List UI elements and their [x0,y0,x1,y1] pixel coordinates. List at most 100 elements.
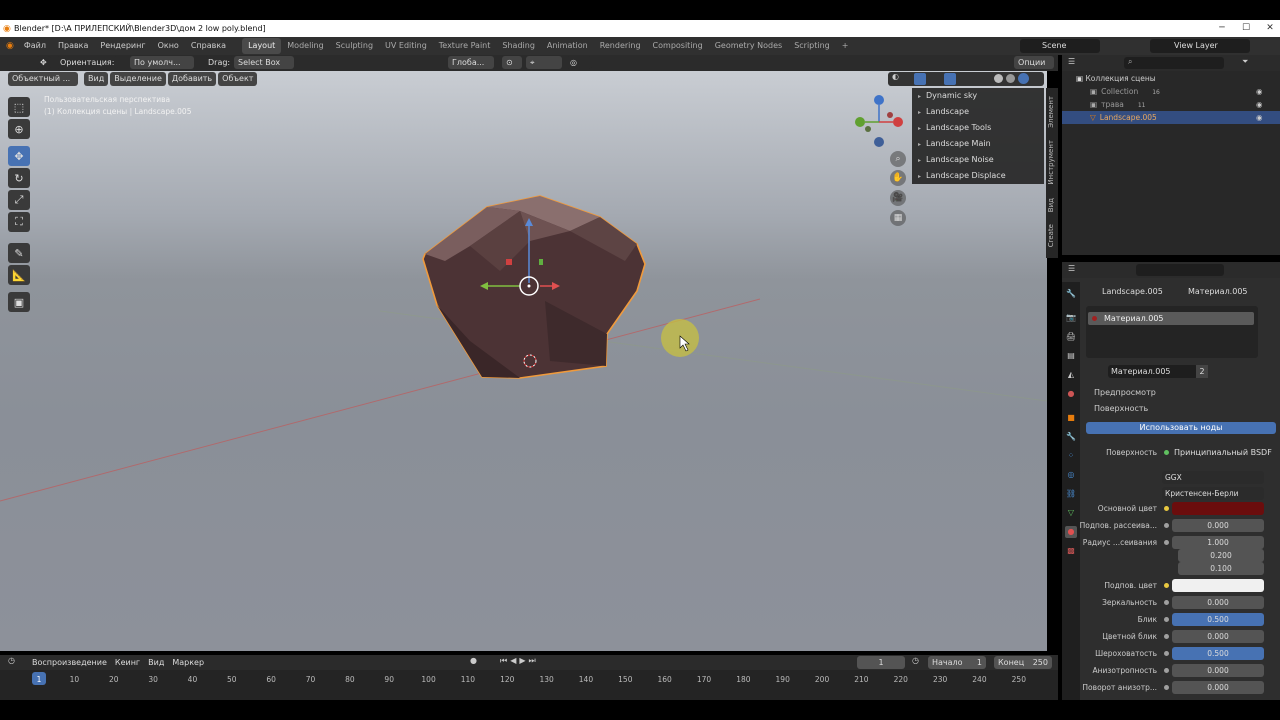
timeline-menu-item[interactable]: Маркер [172,656,204,669]
scene-tab-icon[interactable]: ◭ [1065,369,1077,381]
outliner-root[interactable]: ▣ Коллекция сцены [1062,72,1280,85]
drag-dropdown[interactable]: Select Box [234,56,294,69]
property-value[interactable]: 0.500 [1172,647,1264,660]
world-tab-icon[interactable]: ● [1065,388,1077,400]
workspace-tab[interactable]: Layout [242,38,282,54]
object-tab-icon[interactable]: ■ [1065,412,1077,424]
blender-menu-icon[interactable]: ◉ [6,41,14,51]
outliner-row[interactable]: ▣ Collection 16 ◉ [1062,85,1280,98]
transform-tool-icon[interactable]: ⛶ [8,212,30,232]
snap-icon[interactable]: ⌖ [526,56,562,69]
transform-tool-icon[interactable]: ✥ [36,56,51,69]
render-tab-icon[interactable]: 📷 [1065,312,1077,324]
color-swatch[interactable] [1172,502,1264,515]
visibility-eye-icon[interactable]: ◉ [1256,85,1263,98]
modifier-tab-icon[interactable]: 🔧 [1065,431,1077,443]
solid-shading-icon[interactable] [994,74,1003,83]
output-tab-icon[interactable]: 🖨 [1065,331,1077,343]
move-tool-icon[interactable]: ✥ [8,146,30,166]
tab-item[interactable]: Элемент [1047,96,1055,128]
current-frame-field[interactable]: 1 [857,656,905,669]
outliner-search-input[interactable] [1124,57,1224,69]
workspace-tab[interactable]: Modeling [281,38,329,54]
material-slot-item[interactable]: Материал.005 [1088,312,1254,325]
menu-item[interactable]: Файл [18,37,52,55]
property-value[interactable]: 0.000 [1172,664,1264,677]
gizmo-toggle-icon[interactable] [914,73,926,85]
rotate-tool-icon[interactable]: ↻ [8,168,30,188]
property-value[interactable]: 0.500 [1172,613,1264,626]
mode-dropdown[interactable]: Объектный ... [8,72,78,86]
outliner-row[interactable]: ▽ Landscape.005 ◉ [1062,111,1280,124]
menu-item[interactable]: Окно [152,37,185,55]
tab-view[interactable]: Вид [1047,198,1055,212]
workspace-tab[interactable]: UV Editing [379,38,433,54]
viewport-menu-item[interactable]: Вид [84,72,109,86]
keyframe-record-icon[interactable]: ● [470,656,477,665]
camera-view-icon[interactable]: 🎥 [890,190,906,206]
subsurface-method-dropdown[interactable]: Кристенсен-Берли [1162,487,1264,500]
addon-panel-item[interactable]: ▸ Landscape Displace [912,168,1044,184]
property-value[interactable]: 1.000 [1172,536,1264,549]
timeline-menu-item[interactable]: Кеинг [115,656,140,669]
addon-panel-item[interactable]: ▸ Landscape Tools [912,120,1044,136]
timeline-menu-item[interactable]: Вид [148,656,164,669]
section-surface[interactable]: Поверхность [1094,404,1148,413]
3d-viewport[interactable]: Объектный ... Вид Выделение Добавить Объект… [0,71,1047,651]
material-tab-icon[interactable]: ● [1065,526,1077,538]
data-tab-icon[interactable]: ▽ [1065,507,1077,519]
texture-tab-icon[interactable]: ▩ [1065,545,1077,557]
property-value[interactable]: 0.000 [1172,630,1264,643]
scale-tool-icon[interactable]: ⤢ [8,190,30,210]
workspace-tab[interactable]: Texture Paint [433,38,497,54]
workspace-tab[interactable]: Rendering [594,38,647,54]
material-shading-icon[interactable] [1006,74,1015,83]
add-cube-tool-icon[interactable]: ▣ [8,292,30,312]
minimize-icon[interactable]: ─ [1210,20,1234,37]
transform-space-dropdown[interactable]: Глоба... [448,56,494,69]
section-preview[interactable]: Предпросмотр [1094,388,1156,397]
properties-search-input[interactable] [1136,264,1224,276]
visibility-icon[interactable]: ◐ [892,72,899,81]
physics-tab-icon[interactable]: ◎ [1065,469,1077,481]
workspace-tab[interactable]: Animation [541,38,594,54]
addon-panel-item[interactable]: ▸ Landscape Noise [912,152,1044,168]
use-nodes-button[interactable]: Использовать ноды [1086,422,1276,434]
view-layer-selector[interactable]: View Layer [1150,39,1250,53]
property-value[interactable]: 0.000 [1172,681,1264,694]
property-value[interactable]: 0.200 [1178,549,1264,562]
editor-type-icon[interactable]: ☰ [1068,57,1075,66]
particles-tab-icon[interactable]: ⁘ [1065,450,1077,462]
tool-tab-icon[interactable]: 🔧 [1065,288,1077,300]
workspace-tab[interactable]: Scripting [788,38,836,54]
constraints-tab-icon[interactable]: ⛓ [1065,488,1077,500]
workspace-tab[interactable]: Geometry Nodes [709,38,788,54]
addon-panel-item[interactable]: ▸ Landscape Main [912,136,1044,152]
timeline-editor-icon[interactable]: ◷ [8,656,15,665]
overlay-toggle-icon[interactable] [944,73,956,85]
tab-create[interactable]: Create [1047,224,1055,247]
start-frame-field[interactable]: Начало 1 [928,656,986,669]
cursor-tool-icon[interactable]: ⊕ [8,119,30,139]
end-frame-field[interactable]: Конец 250 [994,656,1052,669]
view-layer-tab-icon[interactable]: ▤ [1065,350,1077,362]
orientation-dropdown[interactable]: По умолч... [130,56,194,69]
workspace-tab[interactable]: Shading [496,38,541,54]
viewport-menu-item[interactable]: Выделение [110,72,166,86]
material-selector[interactable]: Материал.005 [1108,365,1198,378]
zoom-icon[interactable]: ⌕ [890,151,906,167]
rendered-shading-icon[interactable] [1018,73,1029,84]
visibility-eye-icon[interactable]: ◉ [1256,98,1263,111]
workspace-tab[interactable]: Compositing [647,38,709,54]
filter-icon[interactable]: ⏷ [1242,57,1248,67]
users-count[interactable]: 2 [1196,365,1208,378]
addon-panel-item[interactable]: ▸ Landscape [912,104,1044,120]
ortho-grid-icon[interactable]: ▦ [890,210,906,226]
add-workspace-button[interactable]: + [836,38,855,54]
scene-selector[interactable]: Scene [1020,39,1100,53]
viewport-menu-item[interactable]: Объект [218,72,258,86]
options-dropdown[interactable]: Опции [1014,56,1054,69]
surface-shader[interactable]: Принципиальный BSDF [1174,448,1272,457]
menu-item[interactable]: Справка [185,37,232,55]
pivot-icon[interactable]: ⊙ [502,56,522,69]
